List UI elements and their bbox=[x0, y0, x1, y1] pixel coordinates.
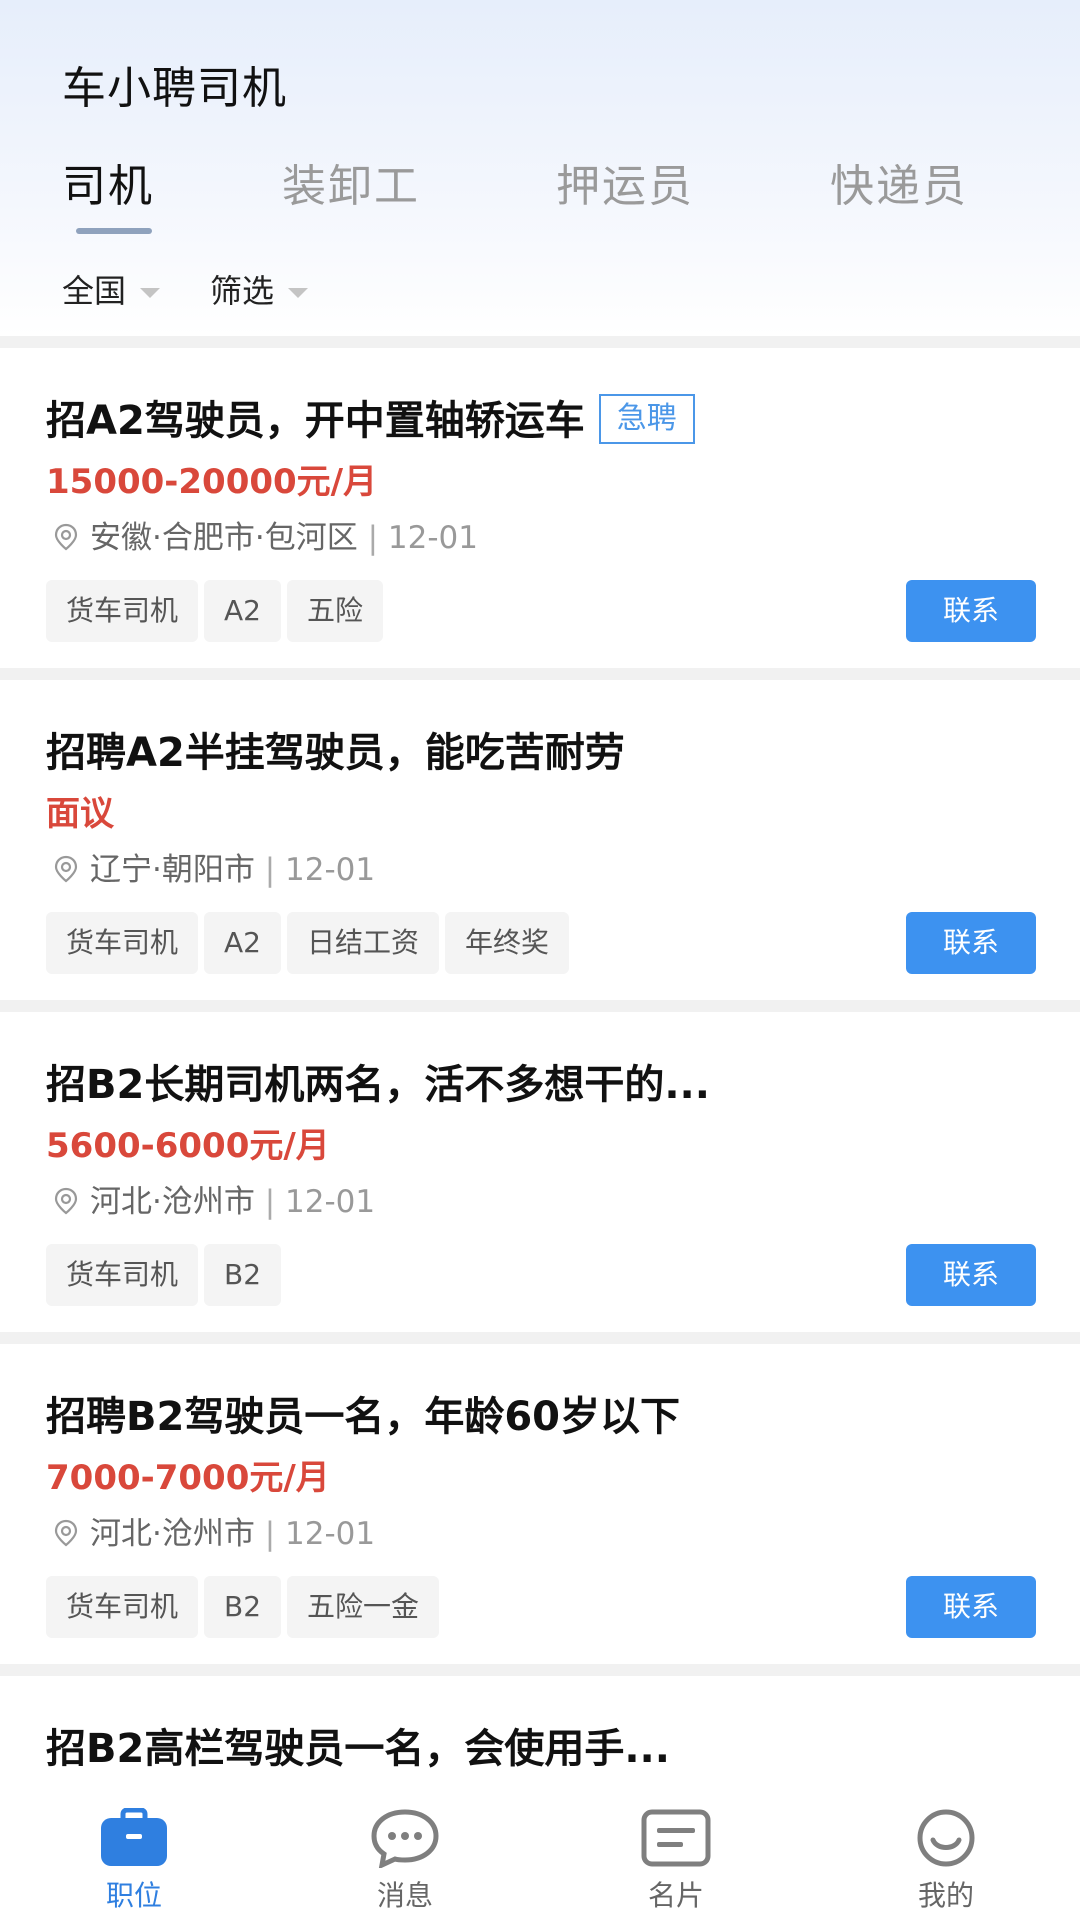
caret-down-icon bbox=[288, 288, 309, 298]
job-tag: A2 bbox=[204, 580, 281, 642]
job-card[interactable]: 招A2驾驶员，开中置轴轿运车 急聘 15000-20000元/月 安徽·合肥市·包… bbox=[0, 348, 1080, 668]
urgent-badge: 急聘 bbox=[598, 394, 695, 444]
job-tags: 货车司机 B2 五险一金 bbox=[46, 1576, 445, 1638]
chat-icon bbox=[371, 1809, 439, 1868]
briefcase-icon bbox=[101, 1808, 167, 1866]
job-date: 12-01 bbox=[285, 1516, 376, 1552]
job-tags: 货车司机 A2 五险 bbox=[46, 580, 389, 642]
job-date: 12-01 bbox=[285, 1184, 376, 1220]
job-tag: B2 bbox=[204, 1244, 282, 1306]
contact-button[interactable]: 联系 bbox=[906, 912, 1036, 974]
nav-label: 名片 bbox=[647, 1879, 704, 1912]
job-tag: 日结工资 bbox=[286, 912, 439, 974]
location-pin-icon bbox=[54, 1519, 78, 1546]
job-tag: A2 bbox=[204, 912, 281, 974]
job-salary: 5600-6000元/月 bbox=[46, 1126, 330, 1166]
job-tag: B2 bbox=[204, 1576, 282, 1638]
divider bbox=[0, 668, 1080, 680]
job-title: 招B2长期司机两名，活不多想干的... bbox=[46, 1062, 710, 1108]
job-title: 招B2高栏驾驶员一名，会使用手... bbox=[46, 1726, 670, 1772]
job-salary: 7000-7000元/月 bbox=[46, 1458, 330, 1498]
tab-courier[interactable]: 快递员 bbox=[830, 150, 968, 214]
job-location: 河北·沧州市 | 12-01 bbox=[50, 1176, 375, 1221]
divider bbox=[0, 1332, 1080, 1344]
divider bbox=[0, 336, 1080, 348]
region-filter[interactable]: 全国 bbox=[62, 266, 161, 312]
screen-filter-label: 筛选 bbox=[210, 272, 275, 310]
contact-button[interactable]: 联系 bbox=[906, 1576, 1036, 1638]
tab-loader[interactable]: 装卸工 bbox=[282, 150, 420, 214]
job-tags: 货车司机 B2 bbox=[46, 1244, 287, 1306]
header: 车小聘司机 司机 装卸工 押运员 快递员 全国 筛选 bbox=[0, 0, 1080, 336]
job-tag: 年终奖 bbox=[445, 912, 570, 974]
job-tag: 货车司机 bbox=[46, 912, 199, 974]
nav-label: 职位 bbox=[105, 1879, 162, 1912]
job-location: 河北·沧州市 | 12-01 bbox=[50, 1508, 375, 1553]
job-tag: 五险一金 bbox=[287, 1576, 440, 1638]
job-tag: 五险 bbox=[286, 580, 383, 642]
contact-button[interactable]: 联系 bbox=[906, 1244, 1036, 1306]
job-title: 招聘B2驾驶员一名，年龄60岁以下 bbox=[46, 1394, 680, 1440]
location-pin-icon bbox=[54, 523, 78, 550]
region-filter-label: 全国 bbox=[62, 272, 127, 310]
nav-label: 我的 bbox=[917, 1879, 974, 1912]
job-title-text: 招A2驾驶员，开中置轴轿运车 bbox=[46, 398, 585, 444]
smile-icon bbox=[917, 1809, 975, 1867]
nav-jobs[interactable]: 职位 bbox=[64, 1784, 204, 1920]
job-card[interactable]: 招聘A2半挂驾驶员，能吃苦耐劳 面议 辽宁·朝阳市 | 12-01 货车司机 A2… bbox=[0, 680, 1080, 1000]
job-card[interactable]: 招B2长期司机两名，活不多想干的... 5600-6000元/月 河北·沧州市 … bbox=[0, 1012, 1080, 1332]
job-title: 招聘A2半挂驾驶员，能吃苦耐劳 bbox=[46, 730, 625, 776]
job-tag: 货车司机 bbox=[46, 580, 199, 642]
job-date: 12-01 bbox=[387, 520, 478, 556]
location-pin-icon bbox=[54, 1187, 78, 1214]
divider bbox=[0, 1664, 1080, 1676]
job-list: 招A2驾驶员，开中置轴轿运车 急聘 15000-20000元/月 安徽·合肥市·包… bbox=[0, 336, 1080, 1816]
screen-filter[interactable]: 筛选 bbox=[210, 266, 309, 312]
job-date: 12-01 bbox=[285, 852, 376, 888]
job-salary: 面议 bbox=[46, 794, 114, 834]
job-tags: 货车司机 A2 日结工资 年终奖 bbox=[46, 912, 575, 974]
nav-messages[interactable]: 消息 bbox=[335, 1784, 475, 1920]
nav-label: 消息 bbox=[376, 1879, 433, 1912]
caret-down-icon bbox=[140, 288, 161, 298]
divider bbox=[0, 1000, 1080, 1012]
location-text: 辽宁·朝阳市 bbox=[90, 852, 255, 888]
card-icon bbox=[641, 1809, 711, 1867]
location-text: 安徽·合肥市·包河区 bbox=[90, 520, 358, 556]
nav-mine[interactable]: 我的 bbox=[876, 1784, 1016, 1920]
tab-driver[interactable]: 司机 bbox=[62, 150, 154, 214]
job-location: 辽宁·朝阳市 | 12-01 bbox=[50, 844, 375, 889]
job-tag: 货车司机 bbox=[46, 1576, 199, 1638]
location-text: 河北·沧州市 bbox=[90, 1184, 255, 1220]
location-text: 河北·沧州市 bbox=[90, 1516, 255, 1552]
job-title: 招A2驾驶员，开中置轴轿运车 急聘 bbox=[46, 388, 695, 448]
bottom-nav: 职位 消息 名片 我的 bbox=[0, 1784, 1080, 1920]
contact-button[interactable]: 联系 bbox=[906, 580, 1036, 642]
tab-indicator bbox=[76, 228, 152, 234]
nav-card[interactable]: 名片 bbox=[606, 1784, 746, 1920]
job-salary: 15000-20000元/月 bbox=[46, 462, 378, 502]
job-card[interactable]: 招聘B2驾驶员一名，年龄60岁以下 7000-7000元/月 河北·沧州市 | … bbox=[0, 1344, 1080, 1664]
app-title: 车小聘司机 bbox=[62, 63, 287, 114]
job-location: 安徽·合肥市·包河区 | 12-01 bbox=[50, 512, 478, 557]
tab-bar: 司机 装卸工 押运员 快递员 bbox=[0, 150, 1080, 240]
location-pin-icon bbox=[54, 855, 78, 882]
tab-escort[interactable]: 押运员 bbox=[556, 150, 694, 214]
job-tag: 货车司机 bbox=[46, 1244, 199, 1306]
